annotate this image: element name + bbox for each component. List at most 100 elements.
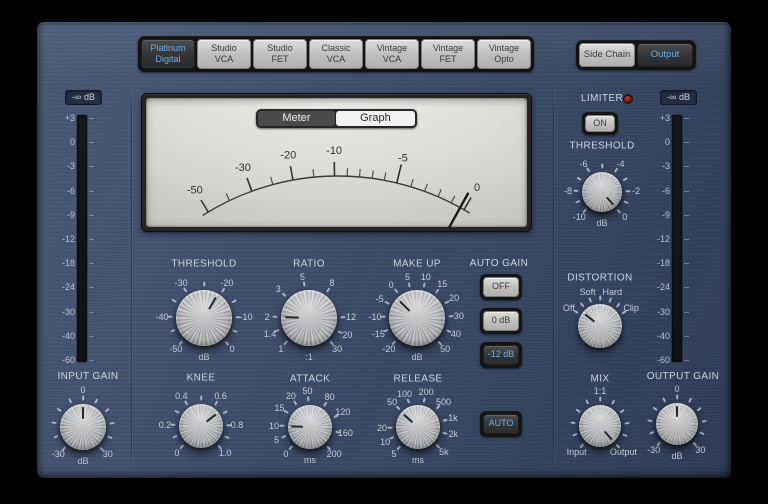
meter-scale-label: -3 [66, 161, 75, 172]
meter-scale-label: -3 [661, 161, 670, 172]
knob-scale-label: 80 [324, 391, 335, 402]
knob-scale-label: 30 [102, 449, 113, 460]
knob-tick [279, 425, 285, 427]
meter-scale-label: -60 [61, 355, 75, 365]
button-label-line: FET [271, 54, 289, 64]
meter-tick [89, 263, 94, 265]
limiter-on: ON [582, 112, 618, 135]
meter-scale-label: -40 [656, 330, 670, 341]
auto-gain-options--12-db[interactable]: -12 dB [483, 345, 519, 365]
knob-scale-label: 0.4 [175, 390, 188, 401]
vu-scale-label: 0 [474, 182, 480, 194]
output-selector-output[interactable]: Output [637, 43, 693, 67]
model-selector-vintage-vca[interactable]: Vintage VCA [365, 39, 419, 69]
limiter-led [623, 94, 633, 104]
button-label-line: VCA [326, 54, 346, 64]
knob-scale-label: 0.8 [230, 419, 244, 430]
knob-scale-label: -20 [220, 277, 234, 288]
vu-display-tabs-graph[interactable]: Graph [335, 111, 416, 126]
limiter-threshold-knob[interactable]: THRESHOLD dB -10 -8 -6 -4 -2 0 [564, 141, 640, 229]
vu-scale-label: -20 [280, 149, 296, 161]
divider-left [131, 88, 132, 470]
meter-scale-label: -6 [66, 185, 75, 196]
knob-pointer-mark [676, 405, 678, 417]
meter-scale-label: -18 [656, 258, 670, 269]
mix-knob[interactable]: MIX Input 1:1 Output [567, 374, 637, 458]
vu-display-tabs-meter[interactable]: Meter [258, 111, 335, 126]
knob-scale-label: 50 [302, 386, 313, 397]
knob-pointer-mark [82, 407, 84, 420]
knee-knob[interactable]: KNEE 0 0.2 0.4 0.6 0.8 1.0 [159, 373, 243, 458]
knob-scale-label: -30 [647, 445, 661, 455]
knob-title: THRESHOLD [171, 258, 237, 270]
distortion-knob[interactable]: DISTORTION Off Soft Hard Clip [563, 273, 639, 348]
auto-gain-options-off[interactable]: OFF [483, 277, 519, 297]
knob-scale-label: -8 [564, 185, 573, 196]
auto-gain-heading: AUTO GAIN [469, 258, 529, 269]
button-label-line: Studio [267, 42, 293, 53]
knob-pointer-mark [605, 196, 615, 206]
meter-scale-label: -40 [61, 330, 75, 341]
divider-right [553, 88, 554, 470]
knob-scale-label: Hard [602, 287, 623, 298]
makeup-knob[interactable]: MAKE UP dB -20 -15 -10 -5 0 5 10 15 20 30 40 50 [369, 259, 464, 363]
knob-scale-label: -20 [382, 344, 396, 355]
release-auto-auto[interactable]: AUTO [483, 414, 519, 434]
knob-scale-label: 50 [440, 344, 451, 355]
knob-tick [224, 340, 229, 346]
output-selector-side-chain[interactable]: Side Chain [579, 43, 635, 67]
meter-tick [89, 335, 94, 337]
threshold-knob[interactable]: THRESHOLD dB -50 -40 -30 -20 -10 0 [156, 259, 253, 363]
compressor-window: Platinum Digital Studio VCA Studio FET Classic… [0, 0, 768, 504]
output-selector: Side Chain Output [576, 40, 696, 70]
vu-display-tabs: Meter Graph [256, 109, 417, 128]
meter-tick [89, 142, 94, 144]
meter-tick [684, 118, 689, 119]
meter-tick [89, 166, 94, 168]
limiter-heading: LIMITER [580, 93, 624, 104]
meter-scale-label: -6 [661, 185, 670, 196]
meter-scale-label: -18 [61, 258, 75, 269]
output-gain-knob[interactable]: dB -30 0 30 [647, 384, 707, 461]
knob-scale-label: 20 [449, 293, 460, 304]
knob-pointer [569, 295, 631, 357]
vu-minor-tick [358, 168, 361, 177]
vu-scale-label: -50 [187, 185, 203, 197]
meter-scale-label: -60 [656, 355, 670, 365]
model-selector-classic-vca[interactable]: Classic VCA [309, 39, 363, 69]
model-selector-vintage-opto[interactable]: Vintage Opto [477, 39, 531, 69]
meter-scale-label: 0 [664, 137, 670, 148]
knob-scale-label: 8 [329, 277, 335, 288]
knob-tick [437, 340, 442, 346]
meter-tick [684, 190, 689, 192]
knob-title: ATTACK [289, 373, 331, 385]
knob-pointer [280, 289, 338, 347]
button-label-line: Studio [211, 42, 237, 53]
knob-title: THRESHOLD [569, 140, 635, 152]
knob-scale-label: 40 [450, 328, 461, 339]
release-auto: AUTO [480, 411, 522, 437]
vu-minor-tick [270, 176, 274, 185]
meter-tick [89, 239, 94, 240]
meter-scale-label: -30 [61, 306, 75, 317]
knob-tick [82, 395, 84, 401]
knob-scale-label: Output [609, 447, 637, 457]
auto-gain-options-0-db[interactable]: 0 dB [483, 311, 519, 331]
attack-knob[interactable]: ATTACK ms 0 5 10 15 20 50 80 120 160 200 [269, 374, 353, 466]
meter-tick [684, 311, 689, 313]
ratio-knob[interactable]: RATIO:1 1 1.4 2 3 5 8 12 20 30 [264, 259, 356, 363]
knob-scale-label: 10 [269, 420, 280, 431]
model-selector-vintage-fet[interactable]: Vintage FET [421, 39, 475, 69]
model-selector-studio-vca[interactable]: Studio VCA [197, 39, 251, 69]
knob-scale-label: -4 [616, 158, 625, 169]
knob-scale-label: 0 [174, 447, 180, 458]
model-selector-platinum-digital[interactable]: Platinum Digital [141, 39, 195, 69]
limiter-on-on[interactable]: ON [585, 115, 615, 132]
model-selector-studio-fet[interactable]: Studio FET [253, 39, 307, 69]
knob-scale-label: -10 [239, 311, 253, 322]
input-gain-knob[interactable]: dB -30 0 30 [51, 385, 115, 466]
knob-scale-label: 20 [342, 330, 353, 341]
knob-scale-label: -10 [572, 212, 586, 223]
release-knob[interactable]: RELEASE ms 5 10 20 50 100 200 500 1k 2k 5k [377, 374, 458, 466]
vu-minor-tick [410, 178, 414, 187]
